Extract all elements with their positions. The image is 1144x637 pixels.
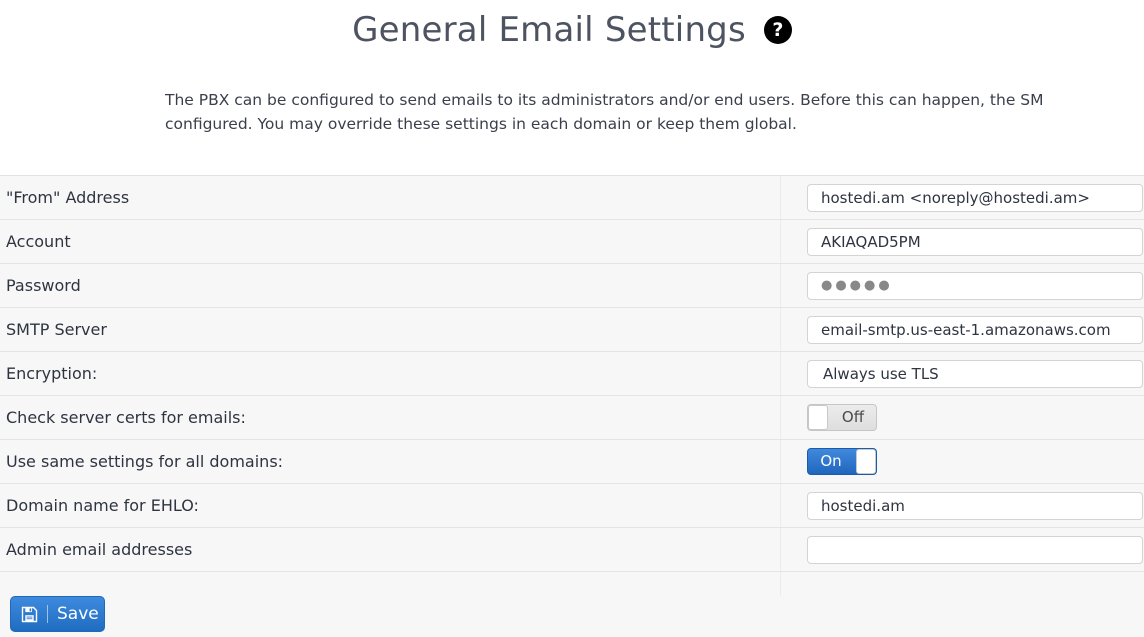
row-label: Account — [6, 232, 71, 251]
encryption-select[interactable]: Always use TLS — [807, 359, 1143, 388]
row-value: On — [780, 440, 1144, 483]
settings-row-smtp-server: SMTP Server email-smtp.us-east-1.amazona… — [0, 308, 1144, 352]
settings-row-from-address: "From" Address hostedi.am <noreply@hoste… — [0, 176, 1144, 220]
check-server-certs-toggle[interactable]: Off — [807, 404, 877, 431]
settings-row-encryption: Encryption: Always use TLS — [0, 352, 1144, 396]
row-value: email-smtp.us-east-1.amazonaws.com — [780, 308, 1144, 351]
row-value: Off — [780, 396, 1144, 439]
account-input[interactable]: AKIAQAD5PM — [807, 227, 1143, 256]
password-input[interactable]: ●●●●● — [807, 271, 1143, 300]
settings-row-use-same-settings: Use same settings for all domains: On — [0, 440, 1144, 484]
intro-description: The PBX can be configured to send emails… — [165, 91, 1044, 133]
row-label: Use same settings for all domains: — [6, 452, 284, 471]
settings-row-check-server-certs: Check server certs for emails: Off — [0, 396, 1144, 440]
floppy-disk-icon — [21, 606, 38, 623]
row-label: "From" Address — [6, 188, 130, 207]
toggle-label: Off — [841, 408, 865, 426]
settings-row-account: Account AKIAQAD5PM — [0, 220, 1144, 264]
row-value — [780, 528, 1144, 571]
save-button-label: Save — [57, 603, 99, 624]
settings-row-password: Password ●●●●● — [0, 264, 1144, 308]
form-actions: Save — [10, 596, 105, 632]
admin-emails-input[interactable] — [807, 535, 1143, 564]
row-value: ●●●●● — [780, 264, 1144, 307]
save-button[interactable]: Save — [10, 596, 105, 632]
row-label: Check server certs for emails: — [6, 408, 246, 427]
use-same-settings-toggle[interactable]: On — [807, 448, 877, 475]
ehlo-domain-input[interactable]: hostedi.am — [807, 491, 1143, 520]
row-label: Encryption: — [6, 364, 98, 383]
toggle-knob — [856, 449, 876, 474]
toggle-knob — [808, 405, 828, 430]
from-address-input[interactable]: hostedi.am <noreply@hostedi.am> — [807, 183, 1143, 212]
help-circle-icon[interactable]: ? — [763, 16, 792, 44]
settings-row-ehlo-domain: Domain name for EHLO: hostedi.am — [0, 484, 1144, 528]
row-value: hostedi.am <noreply@hostedi.am> — [780, 176, 1144, 219]
settings-panel: "From" Address hostedi.am <noreply@hoste… — [0, 175, 1144, 637]
page-header: General Email Settings ? — [0, 0, 1144, 60]
help-icon-glyph: ? — [772, 19, 784, 41]
smtp-server-input[interactable]: email-smtp.us-east-1.amazonaws.com — [807, 315, 1143, 344]
page-title: General Email Settings — [352, 10, 746, 50]
row-value: Always use TLS — [780, 352, 1144, 395]
toggle-label: On — [820, 452, 842, 470]
general-email-settings-page: General Email Settings ? The PBX can be … — [0, 0, 1144, 637]
row-label: Domain name for EHLO: — [6, 496, 199, 515]
row-value: hostedi.am — [780, 484, 1144, 527]
save-button-divider — [47, 605, 48, 623]
row-label: SMTP Server — [6, 320, 107, 339]
settings-row-admin-emails: Admin email addresses — [0, 528, 1144, 572]
row-label: Admin email addresses — [6, 540, 193, 559]
row-label: Password — [6, 276, 81, 295]
row-value: AKIAQAD5PM — [780, 220, 1144, 263]
